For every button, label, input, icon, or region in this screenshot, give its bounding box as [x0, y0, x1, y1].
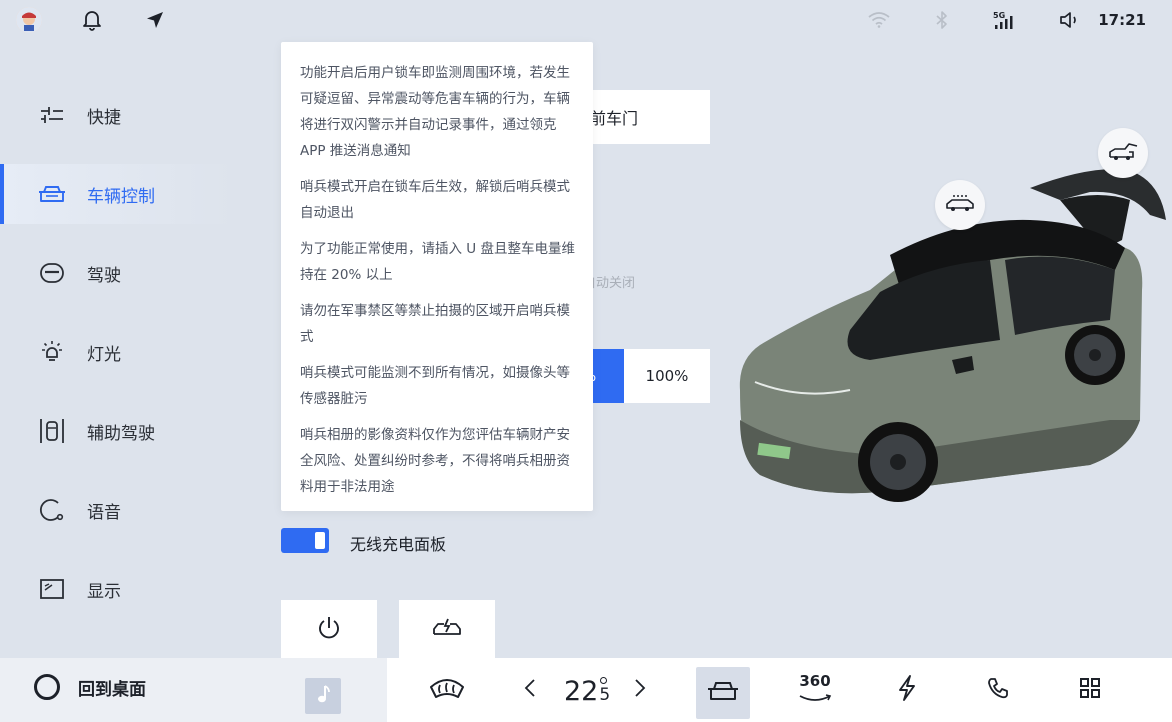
car-alert-icon [431, 616, 463, 644]
sidebar-item-label: 快捷 [87, 107, 121, 128]
sidebar-item-voice[interactable]: 语音 [0, 480, 235, 540]
sidebar-item-display[interactable]: 显示 [0, 559, 235, 619]
sidebar-item-driving-assist[interactable]: 辅助驾驶 [0, 401, 235, 461]
home-label: 回到桌面 [78, 679, 146, 700]
temperature-decimal: 5 [599, 677, 611, 705]
sidebar-item-label: 灯光 [87, 344, 121, 365]
settings-sidebar: 快捷 车辆控制 驾驶 灯光 辅助驾驶 语音 显示 [0, 75, 260, 657]
user-avatar[interactable] [16, 7, 42, 33]
front-door-label: 前车门 [590, 109, 639, 128]
music-note-icon [314, 684, 332, 708]
view-360-button[interactable]: 360 [797, 670, 833, 710]
car-control-icon [707, 679, 739, 707]
tooltip-paragraph: 请勿在军事禁区等禁止拍摄的区域开启哨兵模式 [300, 303, 570, 345]
sidebar-item-label: 显示 [87, 581, 121, 602]
tailgate-control-button[interactable] [1098, 128, 1148, 178]
dock-vehicle-control-button[interactable] [696, 667, 750, 719]
status-bar: 5G 17:21 [0, 0, 1172, 40]
display-icon [38, 575, 66, 603]
steering-wheel-icon [38, 259, 66, 287]
temp-increase-button[interactable] [630, 670, 650, 710]
power-tile[interactable] [281, 600, 377, 660]
light-bulb-icon [38, 338, 66, 366]
vehicle-3d-view [730, 120, 1172, 510]
tooltip-paragraph: 为了功能正常使用，请插入 U 盘且整车电量维持在 20% 以上 [300, 241, 575, 283]
toggle-knob [315, 532, 325, 549]
wireless-charging-label: 无线充电面板 [350, 535, 447, 554]
home-circle-icon [34, 674, 60, 700]
notification-bell-icon[interactable] [80, 8, 104, 32]
temperature-display: 22 5 [564, 676, 610, 707]
power-icon [316, 615, 342, 645]
chevron-right-icon [634, 678, 646, 702]
sidebar-item-lights[interactable]: 灯光 [0, 322, 235, 382]
phone-icon [987, 677, 1009, 703]
tooltip-paragraph: 哨兵模式开启在锁车后生效，解锁后哨兵模式自动退出 [300, 179, 570, 221]
sidebar-item-shortcut[interactable]: 快捷 [0, 85, 235, 145]
car-control-icon [38, 180, 66, 208]
driving-assist-icon [38, 417, 66, 445]
energy-button[interactable] [895, 670, 919, 710]
volume-icon[interactable] [1057, 8, 1081, 32]
defrost-button[interactable] [427, 670, 467, 710]
bluetooth-icon [932, 8, 952, 32]
view-360-label: 360 [799, 671, 831, 690]
sidebar-item-driving[interactable]: 驾驶 [0, 243, 235, 303]
chevron-left-icon [524, 678, 536, 702]
windshield-defrost-icon [428, 675, 466, 705]
roof-control-button[interactable] [935, 180, 985, 230]
segment-label: 100% [645, 367, 689, 385]
wireless-charging-toggle[interactable] [281, 528, 329, 553]
temperature-integer: 22 [564, 676, 599, 707]
navigation-arrow-icon[interactable] [143, 8, 167, 32]
sidebar-item-vehicle-control[interactable]: 车辆控制 [0, 164, 235, 224]
sentry-mode-info-tooltip: 功能开启后用户锁车即监测周围环境，若发生可疑逗留、异常震动等危害车辆的行为，车辆… [281, 42, 593, 511]
temp-decrease-button[interactable] [520, 670, 540, 710]
lightning-bolt-icon [897, 675, 917, 705]
car-alert-tile[interactable] [399, 600, 495, 660]
car-roof-icon [944, 193, 976, 217]
shortcut-sliders-icon [38, 101, 66, 129]
clock-time: 17:21 [1098, 11, 1146, 29]
tooltip-paragraph: 哨兵模式可能监测不到所有情况，如摄像头等传感器脏污 [300, 365, 570, 407]
home-button[interactable]: 回到桌面 [34, 674, 146, 700]
wifi-icon [866, 8, 892, 32]
phone-button[interactable] [986, 670, 1010, 710]
sidebar-item-label: 语音 [87, 502, 121, 523]
segment-100-percent[interactable]: 100% [624, 349, 710, 403]
voice-icon [38, 496, 66, 524]
rotate-360-icon [798, 689, 832, 708]
tooltip-paragraph: 功能开启后用户锁车即监测周围环境，若发生可疑逗留、异常震动等危害车辆的行为，车辆… [300, 65, 570, 159]
sidebar-item-label: 辅助驾驶 [87, 423, 155, 444]
sidebar-item-label: 车辆控制 [87, 186, 155, 207]
signal-5g-icon: 5G [992, 8, 1016, 32]
signal-label: 5G [993, 11, 1005, 20]
app-grid-icon [1079, 677, 1101, 703]
app-grid-button[interactable] [1078, 670, 1102, 710]
sidebar-item-label: 驾驶 [87, 265, 121, 286]
car-tailgate-icon [1107, 140, 1139, 166]
music-button[interactable] [305, 678, 341, 714]
tooltip-paragraph: 哨兵相册的影像资料仅作为您评估车辆财产安全风险、处置纠纷时参考，不得将哨兵相册资… [300, 427, 570, 495]
